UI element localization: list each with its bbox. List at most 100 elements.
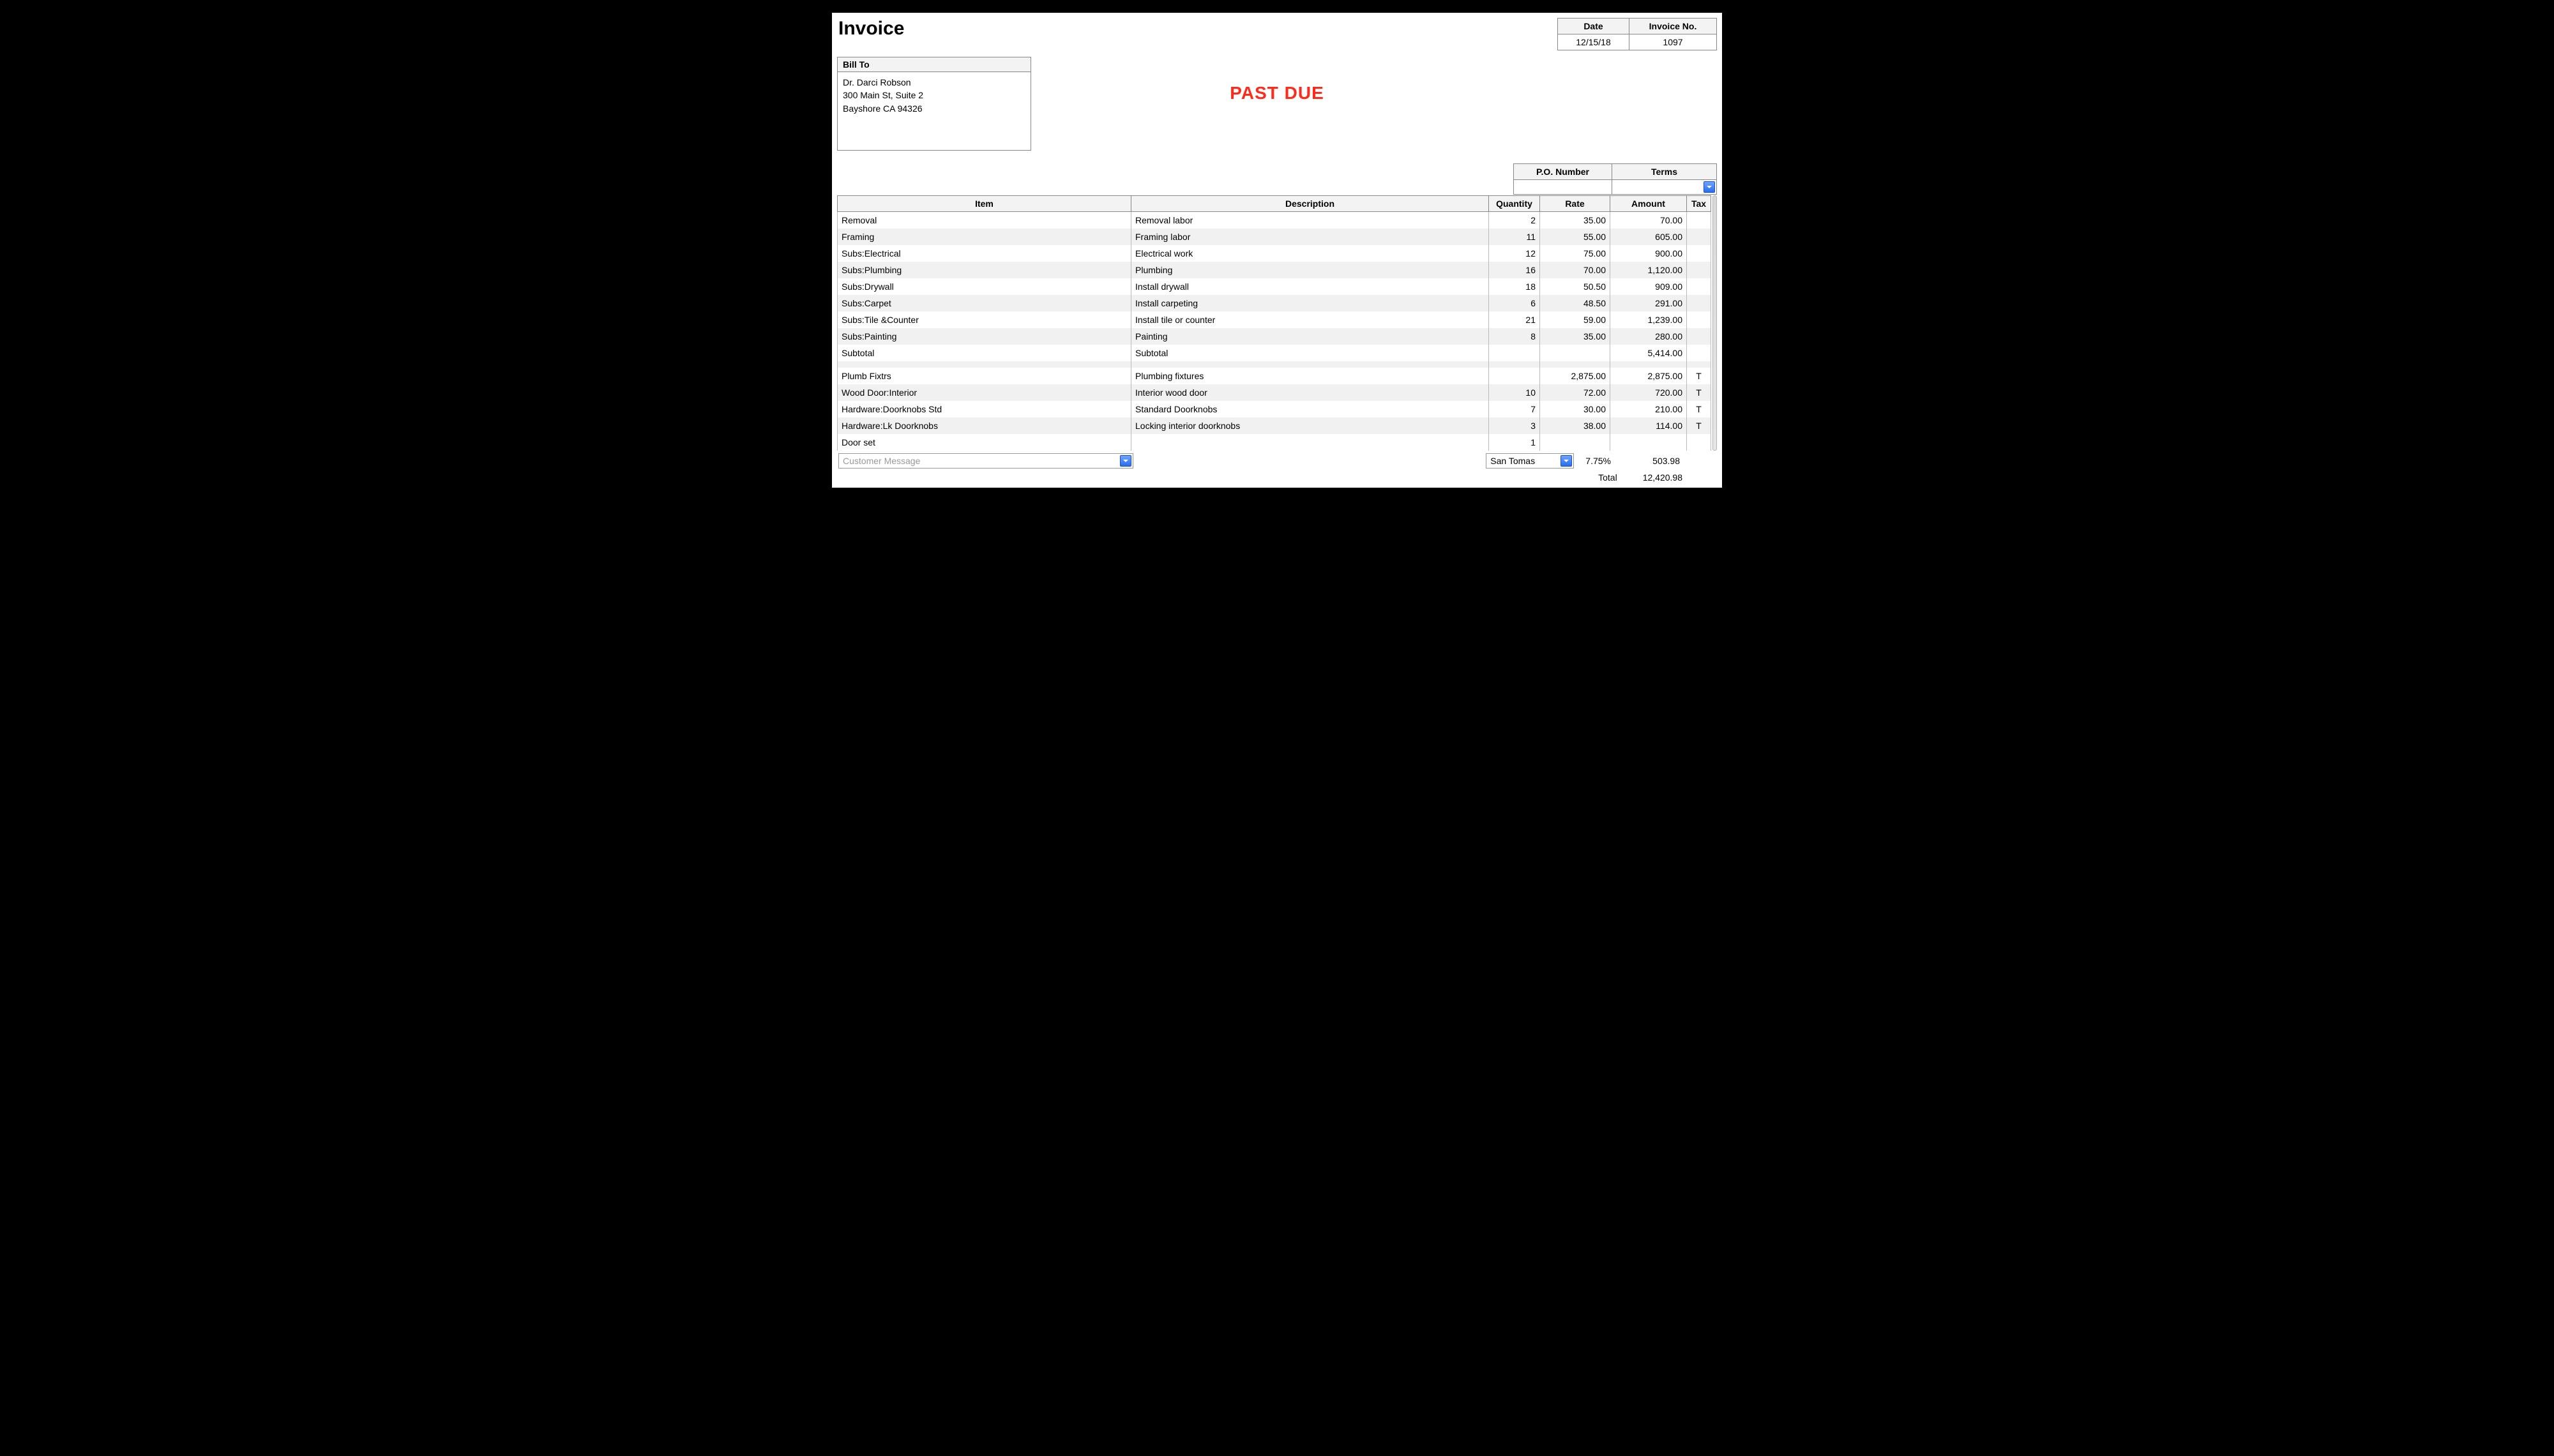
- cell-amount[interactable]: 1,239.00: [1610, 311, 1687, 328]
- cell-amount[interactable]: 720.00: [1610, 384, 1687, 401]
- po-number-field[interactable]: [1514, 180, 1612, 195]
- cell-amount[interactable]: 2,875.00: [1610, 368, 1687, 384]
- cell-qty[interactable]: 21: [1489, 311, 1540, 328]
- chevron-down-icon[interactable]: [1120, 455, 1131, 467]
- cell-item[interactable]: Hardware:Doorknobs Std: [838, 401, 1131, 417]
- cell-qty[interactable]: 16: [1489, 262, 1540, 278]
- cell-item[interactable]: Subs:Plumbing: [838, 262, 1131, 278]
- cell-item[interactable]: Subs:Drywall: [838, 278, 1131, 295]
- cell-qty[interactable]: 12: [1489, 245, 1540, 262]
- terms-field[interactable]: [1612, 180, 1717, 195]
- cell-amount[interactable]: 605.00: [1610, 229, 1687, 245]
- cell-desc[interactable]: Plumbing: [1131, 262, 1489, 278]
- cell-desc[interactable]: Removal labor: [1131, 212, 1489, 229]
- cell-desc[interactable]: Install drywall: [1131, 278, 1489, 295]
- cell-amount[interactable]: 210.00: [1610, 401, 1687, 417]
- cell-tax[interactable]: T: [1687, 384, 1711, 401]
- cell-item[interactable]: Removal: [838, 212, 1131, 229]
- cell-tax[interactable]: [1687, 245, 1711, 262]
- cell-desc[interactable]: Plumbing fixtures: [1131, 368, 1489, 384]
- cell-desc[interactable]: Electrical work: [1131, 245, 1489, 262]
- cell-item[interactable]: Subs:Carpet: [838, 295, 1131, 311]
- chevron-down-icon[interactable]: [1704, 181, 1715, 193]
- table-row[interactable]: Subs:DrywallInstall drywall1850.50909.00: [838, 278, 1711, 295]
- cell-rate[interactable]: 35.00: [1540, 328, 1610, 345]
- cell-tax[interactable]: [1687, 229, 1711, 245]
- cell-qty[interactable]: 6: [1489, 295, 1540, 311]
- cell-rate[interactable]: 38.00: [1540, 417, 1610, 434]
- cell-qty[interactable]: 1: [1489, 434, 1540, 451]
- cell-rate[interactable]: 48.50: [1540, 295, 1610, 311]
- table-row[interactable]: Subs:CarpetInstall carpeting648.50291.00: [838, 295, 1711, 311]
- cell-tax[interactable]: [1687, 311, 1711, 328]
- cell-tax[interactable]: T: [1687, 368, 1711, 384]
- cell-desc[interactable]: Install carpeting: [1131, 295, 1489, 311]
- cell-rate[interactable]: 70.00: [1540, 262, 1610, 278]
- cell-tax[interactable]: [1687, 361, 1711, 368]
- cell-rate[interactable]: [1540, 345, 1610, 361]
- cell-desc[interactable]: Standard Doorknobs: [1131, 401, 1489, 417]
- cell-qty[interactable]: 10: [1489, 384, 1540, 401]
- cell-amount[interactable]: 1,120.00: [1610, 262, 1687, 278]
- table-row[interactable]: [838, 361, 1711, 368]
- date-value[interactable]: 12/15/18: [1558, 34, 1629, 50]
- cell-desc[interactable]: [1131, 434, 1489, 451]
- cell-desc[interactable]: [1131, 361, 1489, 368]
- cell-item[interactable]: Hardware:Lk Doorknobs: [838, 417, 1131, 434]
- cell-amount[interactable]: 280.00: [1610, 328, 1687, 345]
- cell-item[interactable]: Subs:Tile &Counter: [838, 311, 1131, 328]
- cell-rate[interactable]: 35.00: [1540, 212, 1610, 229]
- table-row[interactable]: RemovalRemoval labor235.0070.00: [838, 212, 1711, 229]
- chevron-down-icon[interactable]: [1560, 455, 1572, 467]
- table-row[interactable]: Hardware:Doorknobs StdStandard Doorknobs…: [838, 401, 1711, 417]
- cell-item[interactable]: Framing: [838, 229, 1131, 245]
- cell-qty[interactable]: [1489, 368, 1540, 384]
- tax-location-select[interactable]: San Tomas: [1486, 453, 1574, 469]
- cell-tax[interactable]: [1687, 295, 1711, 311]
- cell-rate[interactable]: 72.00: [1540, 384, 1610, 401]
- cell-amount[interactable]: 291.00: [1610, 295, 1687, 311]
- cell-tax[interactable]: [1687, 212, 1711, 229]
- cell-item[interactable]: Subs:Electrical: [838, 245, 1131, 262]
- table-row[interactable]: Subs:ElectricalElectrical work1275.00900…: [838, 245, 1711, 262]
- cell-tax[interactable]: [1687, 278, 1711, 295]
- customer-message-select[interactable]: Customer Message: [838, 453, 1133, 469]
- cell-item[interactable]: Door set: [838, 434, 1131, 451]
- cell-tax[interactable]: T: [1687, 417, 1711, 434]
- invoice-no-value[interactable]: 1097: [1629, 34, 1717, 50]
- cell-rate[interactable]: 30.00: [1540, 401, 1610, 417]
- scrollbar[interactable]: [1712, 195, 1717, 451]
- table-row[interactable]: Subs:Tile &CounterInstall tile or counte…: [838, 311, 1711, 328]
- cell-qty[interactable]: 18: [1489, 278, 1540, 295]
- cell-desc[interactable]: Interior wood door: [1131, 384, 1489, 401]
- cell-tax[interactable]: [1687, 434, 1711, 451]
- line-items-table[interactable]: Item Description Quantity Rate Amount Ta…: [837, 195, 1711, 451]
- cell-desc[interactable]: Painting: [1131, 328, 1489, 345]
- cell-qty[interactable]: 8: [1489, 328, 1540, 345]
- cell-item[interactable]: Wood Door:Interior: [838, 384, 1131, 401]
- cell-amount[interactable]: [1610, 434, 1687, 451]
- cell-tax[interactable]: [1687, 345, 1711, 361]
- cell-rate[interactable]: 55.00: [1540, 229, 1610, 245]
- cell-rate[interactable]: 75.00: [1540, 245, 1610, 262]
- cell-qty[interactable]: 3: [1489, 417, 1540, 434]
- cell-amount[interactable]: 5,414.00: [1610, 345, 1687, 361]
- cell-qty[interactable]: 2: [1489, 212, 1540, 229]
- cell-amount[interactable]: 900.00: [1610, 245, 1687, 262]
- cell-item[interactable]: Subtotal: [838, 345, 1131, 361]
- bill-to-body[interactable]: Dr. Darci Robson 300 Main St, Suite 2 Ba…: [837, 71, 1031, 151]
- cell-tax[interactable]: T: [1687, 401, 1711, 417]
- cell-rate[interactable]: 59.00: [1540, 311, 1610, 328]
- cell-qty[interactable]: 11: [1489, 229, 1540, 245]
- cell-item[interactable]: Subs:Painting: [838, 328, 1131, 345]
- table-row[interactable]: Hardware:Lk DoorknobsLocking interior do…: [838, 417, 1711, 434]
- table-row[interactable]: Door set 1: [838, 434, 1711, 451]
- table-row[interactable]: Subs:PlumbingPlumbing1670.001,120.00: [838, 262, 1711, 278]
- cell-item[interactable]: [838, 361, 1131, 368]
- table-row[interactable]: Plumb FixtrsPlumbing fixtures2,875.002,8…: [838, 368, 1711, 384]
- cell-tax[interactable]: [1687, 262, 1711, 278]
- cell-amount[interactable]: 909.00: [1610, 278, 1687, 295]
- cell-rate[interactable]: [1540, 361, 1610, 368]
- table-row[interactable]: FramingFraming labor1155.00605.00: [838, 229, 1711, 245]
- cell-amount[interactable]: 70.00: [1610, 212, 1687, 229]
